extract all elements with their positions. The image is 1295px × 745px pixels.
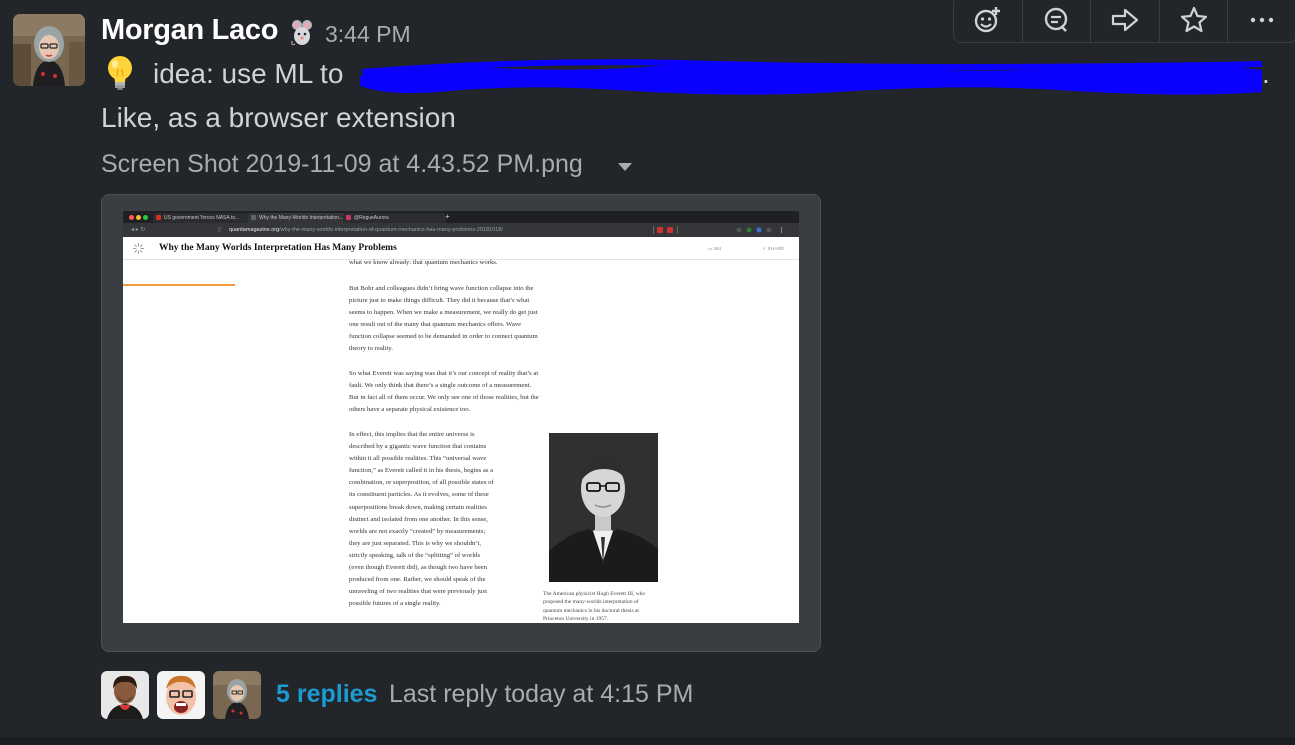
browser-tab-bar: US government 'forces NASA to... Why the… [123, 211, 799, 223]
article-title: Why the Many Worlds Interpretation Has M… [159, 243, 397, 253]
reply-avatar-2[interactable] [157, 671, 205, 719]
browser-tab: @RogueAurora [343, 213, 446, 223]
quanta-logo-icon [133, 243, 144, 254]
text-line: possible futures of a single reality. [349, 600, 441, 608]
caption-line: The American physicist Hugh Everett III,… [543, 591, 646, 597]
text-line: others have a separate physical existenc… [349, 406, 471, 414]
minimize-dot-icon [136, 215, 141, 220]
image-attachment[interactable]: US government 'forces NASA to... Why the… [101, 194, 821, 652]
url-path: /why-the-many-worlds-interpretation-of-q… [279, 227, 503, 233]
share-message-icon [1111, 8, 1139, 31]
message-text-period: . [1262, 58, 1270, 89]
text-line: But Bohr and colleagues didn’t bring wav… [349, 285, 534, 292]
text-line: (even though Everett did), as though two… [349, 564, 487, 572]
article-paragraph-2: So what Everett was saying was that it’s… [349, 368, 539, 416]
text-line: superpositions break down, making certai… [349, 503, 487, 511]
photo-caption: The American physicist Hugh Everett III,… [543, 590, 669, 623]
reply-avatar-3[interactable] [213, 671, 261, 719]
new-tab-icon: + [445, 212, 450, 221]
close-dot-icon [129, 215, 134, 220]
save-star-icon [1180, 6, 1207, 32]
favicon-icon [251, 215, 256, 220]
text-line: combination, or superposition, of all po… [349, 479, 494, 487]
tab-label: @RogueAurora [354, 215, 389, 221]
add-reaction-button[interactable] [954, 0, 1023, 42]
browser-nav-icons: ◂ ▸ ↻ [131, 227, 146, 233]
text-line: described by a gigantic wave function th… [349, 443, 487, 451]
caption-line: Princeton University in 1957. [543, 615, 609, 622]
text-line: unraveling of two realities that were pr… [349, 588, 487, 596]
attachment-filename[interactable]: Screen Shot 2019-11-09 at 4.43.52 PM.png [101, 150, 583, 179]
article-paragraph-1: But Bohr and colleagues didn’t bring wav… [349, 283, 538, 356]
sender-avatar[interactable] [13, 14, 85, 86]
share-label-text: SHARE [767, 246, 785, 251]
browser-tab: US government 'forces NASA to... [153, 213, 250, 223]
lock-icon: ▯ [218, 227, 221, 233]
article-paragraph-3: In effect, this implies that the entire … [349, 429, 494, 610]
text-line: theory to reality. [349, 345, 393, 353]
browser-tab-active: Why the Many-Worlds Interpretation... [248, 213, 345, 223]
comments-count-value: 344 [713, 246, 722, 251]
favicon-icon [346, 215, 351, 220]
text-line: distinct and isolated from one another. … [349, 515, 488, 523]
tab-label: US government 'forces NASA to... [164, 215, 240, 221]
sender-name[interactable]: Morgan Laco [101, 14, 278, 47]
text-line: strictly speaking, talk of the “splittin… [349, 551, 481, 559]
text-line: its constituent particles. As it evolves… [349, 491, 489, 499]
comments-count: ▭ 344 [708, 246, 722, 251]
text-line: seems to happen. When we make a measurem… [349, 309, 538, 317]
mouse-emoji [289, 19, 315, 47]
message-row: Morgan Laco 3:44 PM idea: use ML to . Li… [0, 0, 1295, 737]
reply-in-thread-icon [1045, 7, 1068, 32]
more-actions-button[interactable] [1228, 0, 1295, 42]
more-actions-icon [1250, 17, 1274, 22]
divider [0, 737, 1295, 745]
browser-extension-icons [653, 226, 782, 234]
text-line: picture just to make things difficult. T… [349, 297, 530, 305]
text-line: function collapse seemed to be demanded … [349, 333, 538, 341]
thread-replies-link[interactable]: 5 replies [276, 680, 377, 709]
text-line: one result out of the many that quantum … [349, 321, 522, 329]
text-line: function,” as Everett called it in his t… [349, 467, 494, 475]
reply-avatar-1[interactable] [101, 671, 149, 719]
text-line: fault. We only think that there’s a sing… [349, 382, 532, 390]
share-label: < SHARE [763, 246, 785, 251]
redaction-scribble [358, 56, 1264, 98]
browser-url-bar: ◂ ▸ ↻ ▯ quantamagazine.org/why-the-many-… [123, 223, 799, 237]
text-line: produced from one. Rather, we should spe… [349, 576, 486, 584]
text-line: So what Everett was saying was that it’s… [349, 370, 539, 377]
lightbulb-emoji [104, 54, 136, 92]
article-cut-line: what we know already: that quantum mecha… [349, 259, 498, 266]
reading-progress-bar [123, 284, 235, 286]
save-message-button[interactable] [1160, 0, 1229, 42]
reply-in-thread-button[interactable] [1023, 0, 1092, 42]
message-timestamp[interactable]: 3:44 PM [325, 21, 411, 48]
message-text-line1: idea: use ML to [153, 58, 344, 89]
text-line: within it all possible realities. This “… [349, 455, 487, 463]
message-actions-toolbar [953, 0, 1295, 43]
share-message-button[interactable] [1091, 0, 1160, 42]
tab-label: Why the Many-Worlds Interpretation... [259, 215, 344, 221]
last-reply-time: Last reply today at 4:15 PM [389, 680, 694, 708]
text-line: But in fact all of them occur. We only s… [349, 394, 539, 402]
screenshot-image: US government 'forces NASA to... Why the… [123, 211, 799, 623]
text-line: they are just separated. This is why we … [349, 539, 481, 547]
maximize-dot-icon [143, 215, 148, 220]
add-reaction-icon [974, 6, 1000, 32]
caption-line: proposed the many-worlds interpretation … [543, 599, 639, 606]
url-text: quantamagazine.org/why-the-many-worlds-i… [229, 225, 503, 235]
text-line: In effect, this implies that the entire … [349, 431, 475, 438]
text-line: worlds are not exactly “created” by meas… [349, 527, 486, 535]
favicon-icon [156, 215, 161, 220]
hugh-everett-photo [549, 433, 658, 582]
chevron-down-icon[interactable] [618, 163, 632, 171]
url-host: quantamagazine.org [229, 227, 280, 233]
message-text-line2: Like, as a browser extension [101, 102, 456, 133]
caption-line: quantum mechanics in his doctoral thesis… [543, 607, 639, 614]
